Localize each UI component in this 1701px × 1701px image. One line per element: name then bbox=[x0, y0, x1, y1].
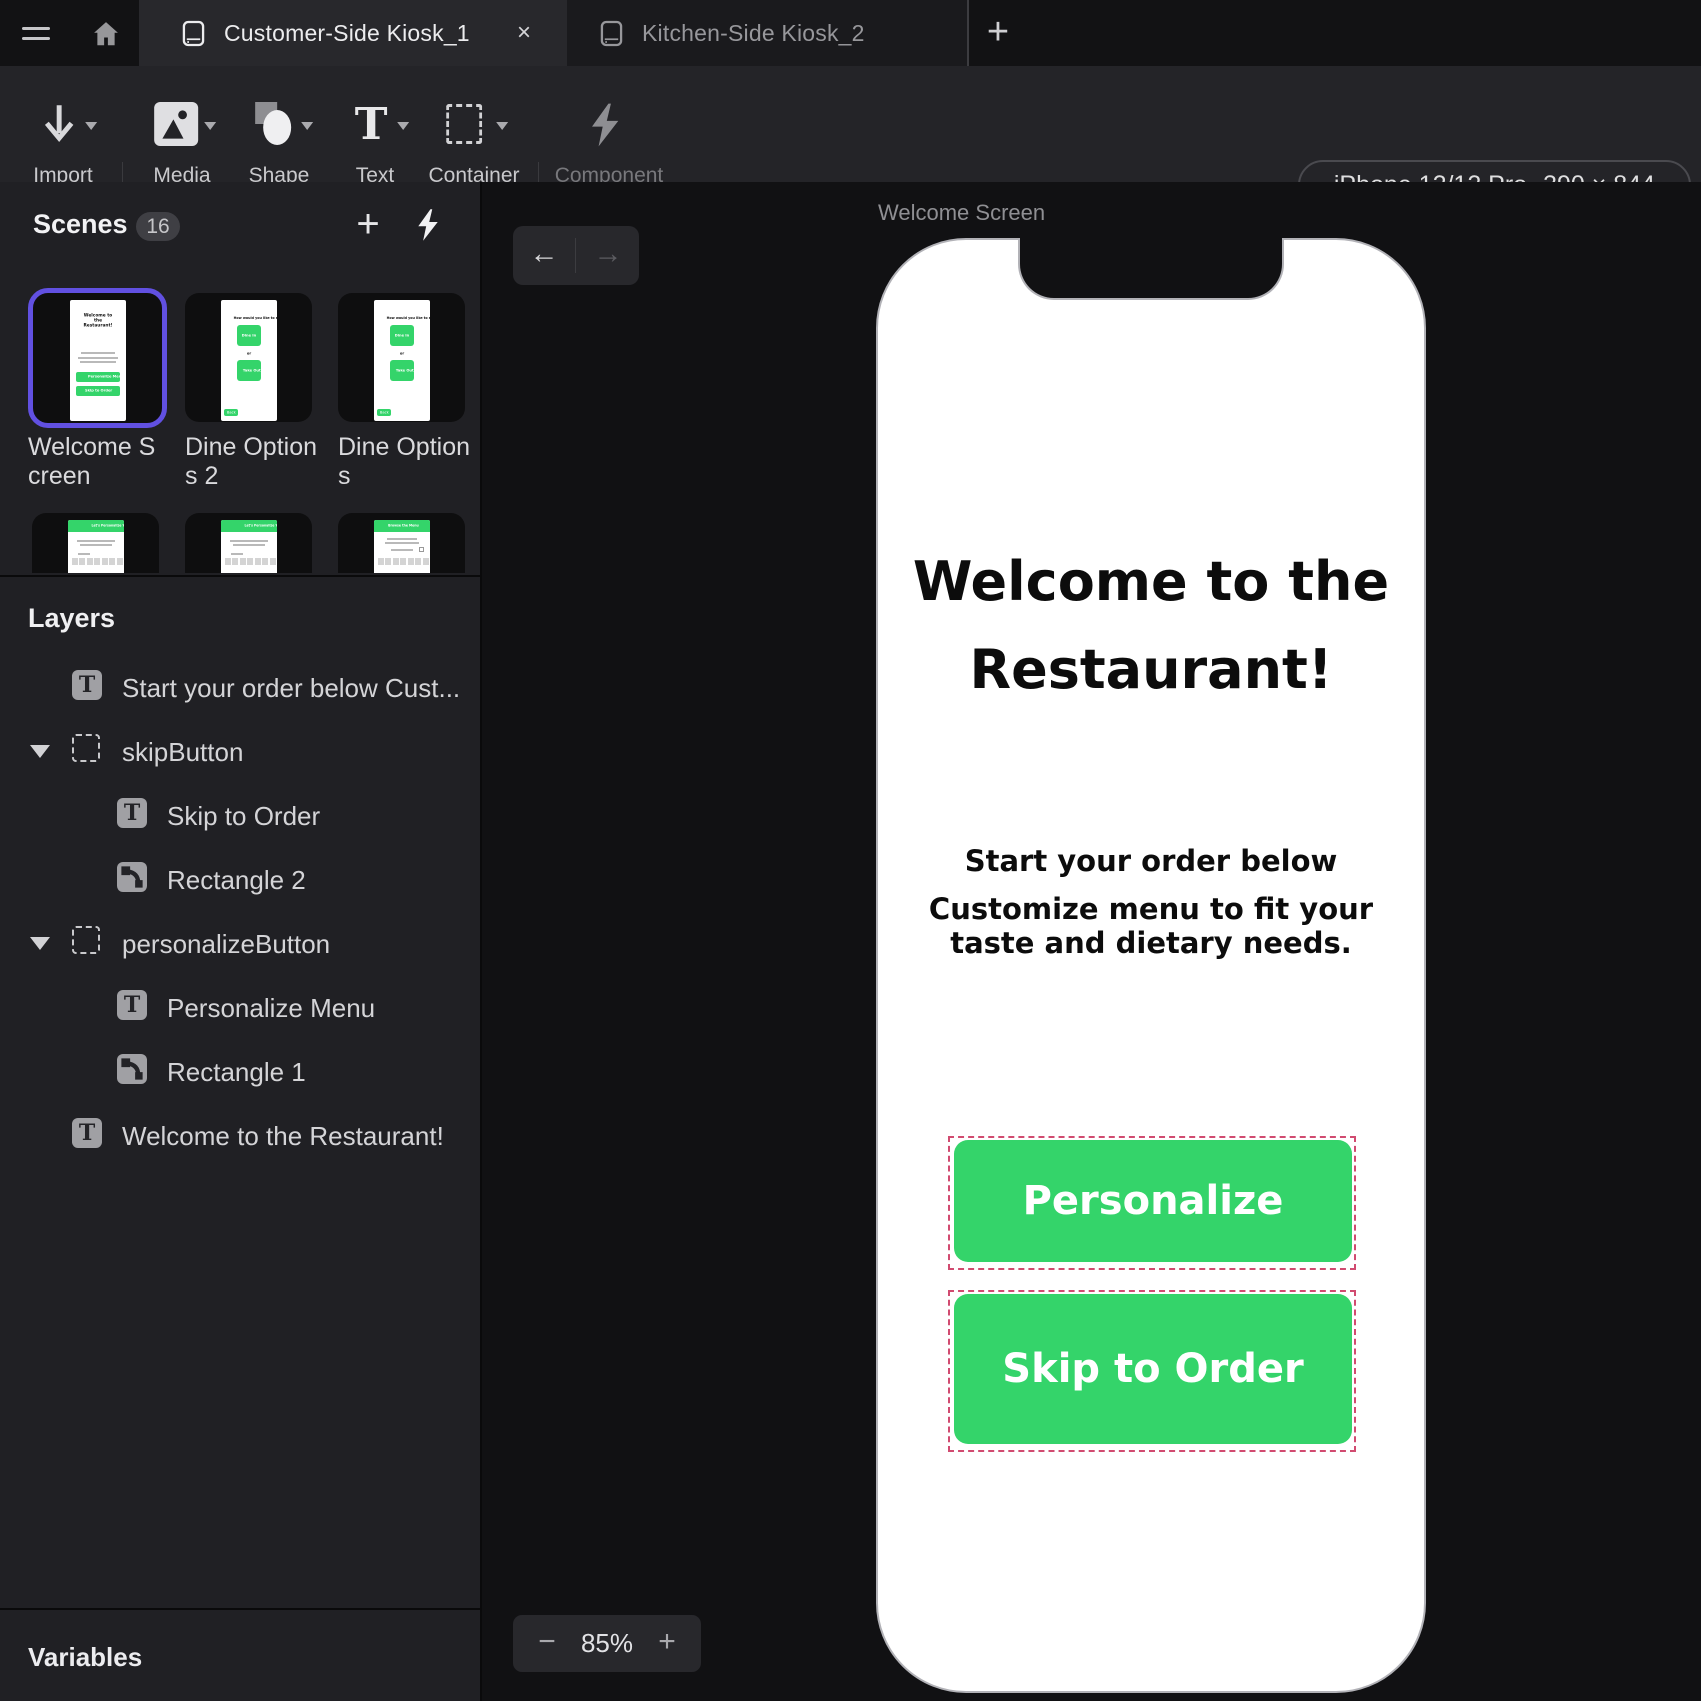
tab-label: Customer-Side Kiosk_1 bbox=[224, 20, 470, 47]
phone-notch bbox=[1018, 238, 1284, 300]
text-layer-icon bbox=[117, 798, 147, 828]
tab-kitchen-side-kiosk[interactable]: Kitchen-Side Kiosk_2 bbox=[567, 0, 967, 66]
back-arrow-button[interactable]: ← bbox=[513, 226, 575, 285]
personalize-menu-button[interactable]: Personalize Menu bbox=[954, 1140, 1352, 1262]
media-icon bbox=[154, 102, 202, 150]
chevron-down-icon bbox=[496, 122, 508, 130]
container-tool-button[interactable]: Container bbox=[414, 66, 534, 182]
chevron-down-icon bbox=[204, 122, 216, 130]
chevron-down-icon bbox=[85, 122, 97, 130]
new-tab-button[interactable]: + bbox=[976, 10, 1020, 56]
scene-thumbnail: How would you like to eat? Dine In or Ta… bbox=[374, 300, 430, 421]
forward-arrow-button[interactable]: → bbox=[577, 226, 639, 285]
scene-card[interactable]: Let's Personalize Your Menu! bbox=[32, 513, 159, 573]
scene-card-welcome-screen[interactable]: Welcome to the Restaurant! Personalize M… bbox=[28, 288, 167, 428]
skip-to-order-button[interactable]: Skip to Order bbox=[954, 1294, 1352, 1444]
scene-card[interactable]: Let's Personalize Your Menu! bbox=[185, 513, 312, 573]
container-layer-icon bbox=[72, 734, 100, 762]
top-tab-bar: Customer-Side Kiosk_1 × Kitchen-Side Kio… bbox=[0, 0, 1701, 66]
tab-divider bbox=[967, 0, 969, 66]
container-layer-icon bbox=[72, 926, 100, 954]
import-tool-button[interactable]: Import bbox=[13, 66, 113, 182]
toolbar: Import Media Shape T Text Container bbox=[0, 66, 1701, 182]
scene-card[interactable]: Browse the Menu bbox=[338, 513, 465, 573]
scene-thumbnail: Let's Personalize Your Menu! bbox=[68, 520, 124, 573]
import-icon bbox=[35, 102, 83, 150]
layer-row-text[interactable]: Welcome to the Restaurant! bbox=[0, 1104, 480, 1168]
scene-card-dine-options-2[interactable]: How would you like to eat? Dine In or Ta… bbox=[185, 293, 312, 422]
layers-panel-title: Layers bbox=[28, 603, 115, 634]
device-icon bbox=[182, 20, 205, 47]
shape-tool-button[interactable]: Shape bbox=[229, 66, 329, 182]
history-nav: ← → bbox=[513, 226, 639, 285]
add-scene-button[interactable]: + bbox=[347, 204, 389, 246]
scene-count-badge: 16 bbox=[136, 212, 180, 241]
scene-thumbnail: How would you like to eat? Dine In or Ta… bbox=[221, 300, 277, 421]
left-sidebar: Scenes 16 + Welcome to the Restaurant! P… bbox=[0, 182, 480, 1701]
container-icon bbox=[446, 102, 494, 150]
rectangle-layer-icon bbox=[117, 1054, 147, 1084]
collapse-chevron-icon[interactable] bbox=[30, 937, 50, 950]
layer-row-text[interactable]: Start your order below Cust... bbox=[0, 656, 480, 720]
scene-name-label: Dine Options bbox=[338, 433, 476, 491]
layers-panel: Layers Start your order below Cust... sk… bbox=[0, 575, 480, 1608]
phone-mockup[interactable]: Welcome to the Restaurant! Start your or… bbox=[876, 238, 1426, 1693]
layer-row-text[interactable]: Skip to Order bbox=[0, 784, 480, 848]
variables-panel[interactable]: Variables bbox=[0, 1608, 480, 1701]
tab-label: Kitchen-Side Kiosk_2 bbox=[642, 20, 865, 47]
close-icon[interactable]: × bbox=[517, 21, 531, 45]
scene-bolt-icon[interactable] bbox=[412, 208, 444, 242]
text-icon: T bbox=[347, 102, 395, 150]
canvas-scene-label: Welcome Screen bbox=[878, 200, 1045, 226]
layer-row-text[interactable]: Personalize Menu bbox=[0, 976, 480, 1040]
text-tool-button[interactable]: T Text bbox=[325, 66, 425, 182]
layer-row-container[interactable]: personalizeButton bbox=[0, 912, 480, 976]
text-layer-icon bbox=[72, 1118, 102, 1148]
scene-thumbnail: Welcome to the Restaurant! Personalize M… bbox=[70, 300, 126, 421]
variables-panel-title: Variables bbox=[28, 1642, 142, 1673]
scene-name-label: Dine Options 2 bbox=[185, 433, 323, 491]
layer-row-container[interactable]: skipButton bbox=[0, 720, 480, 784]
description-text[interactable]: Customize menu to fit your taste and die… bbox=[910, 892, 1392, 960]
nav-divider bbox=[575, 238, 576, 273]
zoom-in-button[interactable]: + bbox=[647, 1615, 687, 1672]
welcome-heading[interactable]: Welcome to the Restaurant! bbox=[908, 538, 1394, 714]
rectangle-layer-icon bbox=[117, 862, 147, 892]
scene-card-dine-options[interactable]: How would you like to eat? Dine In or Ta… bbox=[338, 293, 465, 422]
device-icon bbox=[600, 20, 623, 47]
scenes-panel: Scenes 16 + Welcome to the Restaurant! P… bbox=[0, 182, 480, 573]
scene-name-label: Welcome Screen bbox=[28, 433, 166, 491]
subtitle-text[interactable]: Start your order below bbox=[878, 844, 1424, 878]
media-tool-button[interactable]: Media bbox=[132, 66, 232, 182]
zoom-control: − 85% + bbox=[513, 1615, 701, 1672]
chevron-down-icon bbox=[397, 122, 409, 130]
layer-row-rectangle[interactable]: Rectangle 1 bbox=[0, 1040, 480, 1104]
home-icon[interactable] bbox=[91, 19, 121, 49]
text-layer-icon bbox=[72, 670, 102, 700]
scenes-panel-title: Scenes bbox=[33, 209, 128, 240]
collapse-chevron-icon[interactable] bbox=[30, 745, 50, 758]
layer-row-rectangle[interactable]: Rectangle 2 bbox=[0, 848, 480, 912]
chevron-down-icon bbox=[301, 122, 313, 130]
menu-icon[interactable] bbox=[22, 27, 50, 41]
component-bolt-icon bbox=[581, 102, 629, 150]
scene-thumbnail: Browse the Menu bbox=[374, 520, 430, 573]
tab-customer-side-kiosk[interactable]: Customer-Side Kiosk_1 × bbox=[139, 0, 567, 66]
component-tool-button[interactable]: Component bbox=[549, 66, 669, 182]
canvas[interactable]: ← → Welcome Screen Welcome to the Restau… bbox=[482, 182, 1701, 1701]
text-layer-icon bbox=[117, 990, 147, 1020]
scene-thumbnail: Let's Personalize Your Menu! bbox=[221, 520, 277, 573]
shape-icon bbox=[251, 102, 299, 150]
